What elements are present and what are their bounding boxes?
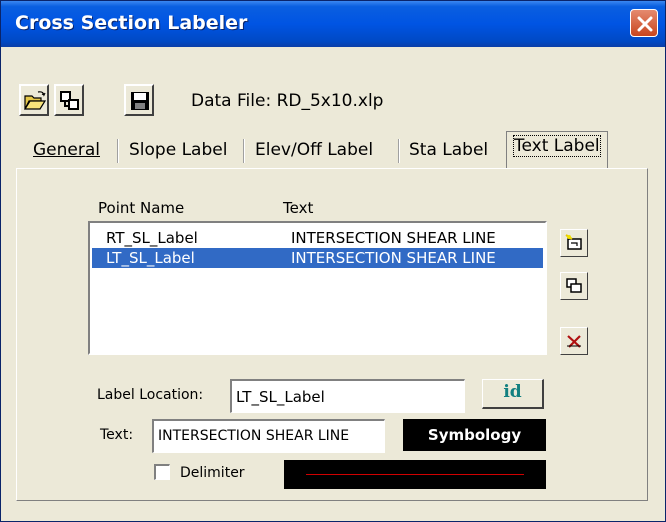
save-file-button[interactable] [124,84,154,116]
copy-label-button[interactable] [560,272,588,300]
tab-label: Slope Label [129,140,228,160]
column-header-text: Text [283,199,314,217]
column-header-point-name: Point Name [98,199,185,217]
tab-slope-label[interactable]: Slope Label [122,135,234,167]
text-label: Text: [100,427,134,443]
delimiter-checkbox[interactable] [154,464,170,480]
open-folder-icon [23,91,47,110]
delimiter-label: Delimiter [180,465,245,481]
label-location-field[interactable]: LT_SL_Label [230,379,465,413]
tab-separator [398,139,400,163]
close-icon [637,16,653,32]
data-file-label: Data File: RD_5x10.xlp [191,91,384,111]
tab-separator [117,139,119,163]
tab-label: Elev/Off Label [255,140,374,160]
title-bar[interactable]: Cross Section Labeler [1,1,665,47]
add-item-icon [565,234,582,250]
tab-general[interactable]: General [26,135,107,167]
text-field[interactable]: INTERSECTION SHEAR LINE [152,419,385,453]
tab-label: Text Label [513,135,601,157]
label-location-label: Label Location: [97,387,204,403]
text-cell: INTERSECTION SHEAR LINE [291,229,496,247]
symbology-button[interactable]: Symbology [403,419,546,451]
open-file-button[interactable] [19,84,49,116]
list-item-selected[interactable]: LT_SL_Label INTERSECTION SHEAR LINE [92,248,543,268]
tab-label: General [33,140,100,160]
close-button[interactable] [630,9,658,37]
identify-button[interactable]: id [482,379,544,409]
floppy-disk-icon [131,92,149,110]
tab-sta-label[interactable]: Sta Label [402,135,495,167]
copy-structure-button[interactable] [54,84,84,116]
list-item[interactable]: RT_SL_Label INTERSECTION SHEAR LINE [92,228,543,248]
tab-label: Sta Label [409,140,489,160]
delimiter-line-sample [306,474,524,475]
delimiter-preview-button[interactable] [284,460,546,489]
window-title: Cross Section Labeler [15,12,248,34]
delete-x-icon [567,335,581,348]
delete-label-button[interactable] [560,327,588,355]
point-name-cell: RT_SL_Label [106,229,198,247]
add-label-button[interactable] [560,229,588,257]
label-list[interactable]: RT_SL_Label INTERSECTION SHEAR LINE LT_S… [88,221,547,355]
cross-section-labeler-window: Cross Section Labeler Data File: RD_5x10… [0,0,666,522]
point-name-cell: LT_SL_Label [106,249,195,267]
tab-separator [243,139,245,163]
duplicate-icon [566,278,582,293]
text-cell: INTERSECTION SHEAR LINE [291,249,496,267]
tab-elev-off-label[interactable]: Elev/Off Label [248,135,380,167]
copy-structure-icon [60,91,79,110]
tab-text-label[interactable]: Text Label [506,131,608,169]
